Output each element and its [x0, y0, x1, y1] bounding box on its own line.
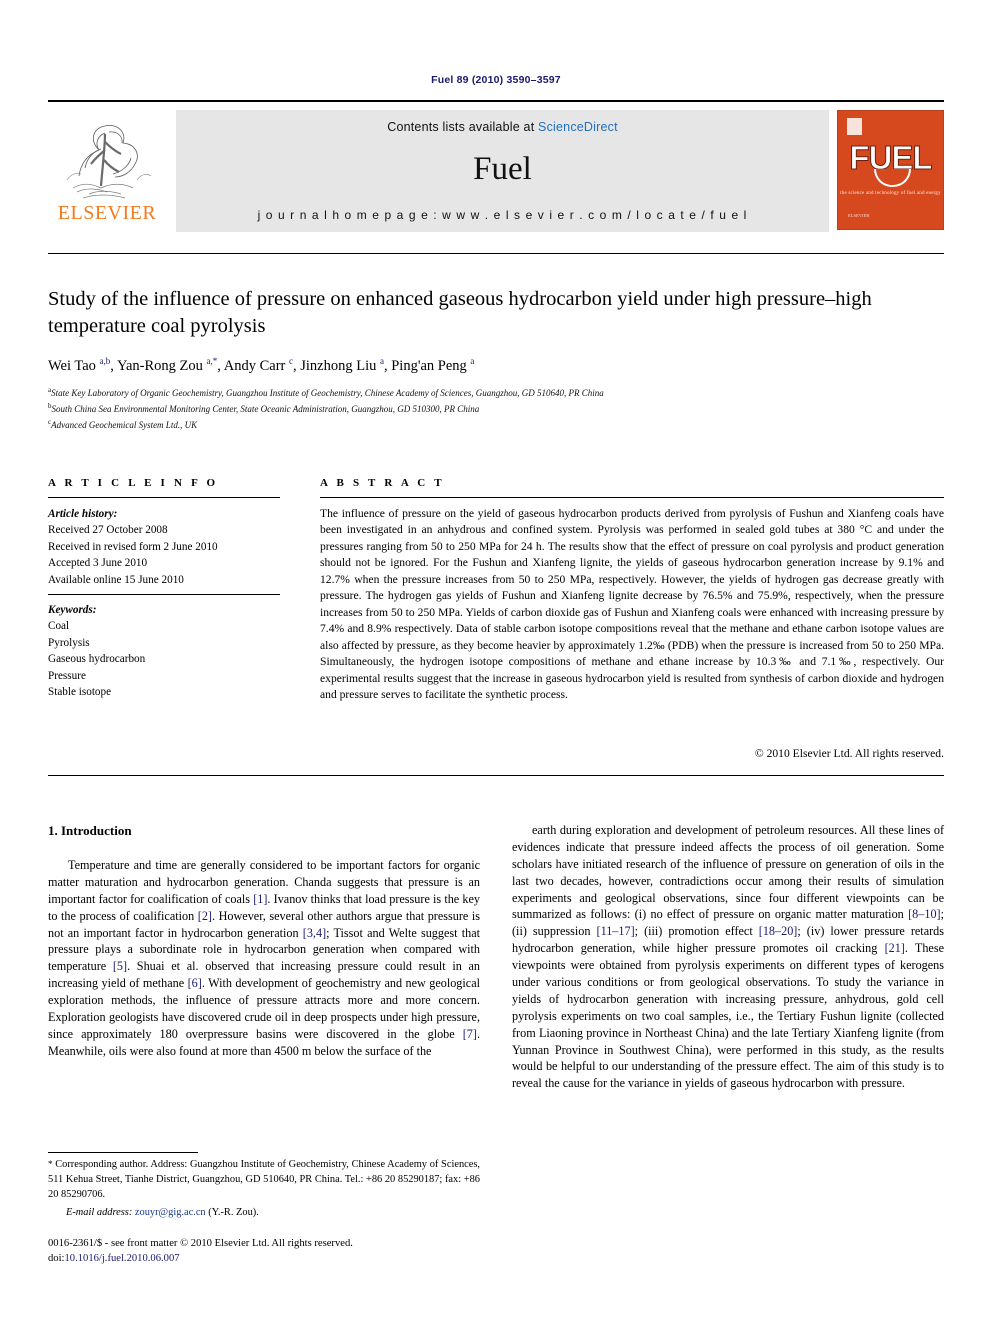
doi-label: doi: — [48, 1253, 65, 1265]
article-info-heading: A R T I C L E I N F O — [48, 477, 219, 489]
body-column-right: earth during exploration and development… — [512, 822, 944, 1092]
contents-available-line: Contents lists available at ScienceDirec… — [387, 120, 618, 134]
section-heading-introduction: 1. Introduction — [48, 823, 132, 838]
elsevier-logo: ELSEVIER — [48, 102, 166, 236]
intro-paragraph-left: Temperature and time are generally consi… — [48, 858, 481, 1058]
footnote-divider — [48, 1152, 198, 1153]
copyright-line: © 2010 Elsevier Ltd. All rights reserved… — [754, 747, 944, 760]
sciencedirect-link[interactable]: ScienceDirect — [538, 120, 618, 134]
article-info-divider — [48, 497, 280, 498]
email-label: E-mail address: — [66, 1207, 133, 1219]
running-head: Fuel 89 (2010) 3590–3597 — [431, 74, 561, 86]
doi-link[interactable]: 10.1016/j.fuel.2010.06.007 — [64, 1253, 179, 1264]
doi-line: doi:10.1016/j.fuel.2010.06.007 — [48, 1251, 480, 1266]
page-title: Study of the influence of pressure on en… — [48, 288, 872, 338]
history-item: Received 27 October 2008 — [48, 524, 168, 537]
keyword-item: Gaseous hydrocarbon — [48, 653, 146, 666]
keywords-block: Keywords: Coal Pyrolysis Gaseous hydroca… — [48, 602, 283, 701]
article-history-block: Article history: Received 27 October 200… — [48, 506, 283, 588]
body-column-left: 1. Introduction Temperature and time are… — [48, 822, 480, 1060]
footnote-block: * Corresponding author. Address: Guangzh… — [48, 1158, 480, 1221]
abstract-bottom-divider — [48, 775, 944, 776]
title-block: Study of the influence of pressure on en… — [48, 286, 944, 433]
keyword-item: Pressure — [48, 669, 86, 682]
affiliation-item: aState Key Laboratory of Organic Geochem… — [48, 385, 944, 401]
cover-subtitle: the science and technology of fuel and e… — [840, 191, 941, 196]
affiliation-text: South China Sea Environmental Monitoring… — [51, 404, 480, 415]
keyword-item: Coal — [48, 620, 70, 633]
keywords-divider — [48, 594, 280, 595]
history-item: Received in revised form 2 June 2010 — [48, 540, 218, 553]
elsevier-wordmark: ELSEVIER — [57, 202, 157, 224]
affiliation-item: cAdvanced Geochemical System Ltd., UK — [48, 417, 944, 433]
article-page: Fuel 89 (2010) 3590–3597 ELSEVIER Conten… — [0, 0, 992, 1323]
elsevier-tree-icon — [66, 125, 152, 199]
keyword-item: Stable isotope — [48, 686, 112, 699]
journal-homepage-line[interactable]: j o u r n a l h o m e p a g e : w w w . … — [258, 208, 748, 222]
journal-header-band: ELSEVIER Contents lists available at Sci… — [48, 100, 944, 236]
author-list: Wei Tao a,b, Yan-Rong Zou a,*, Andy Carr… — [48, 355, 475, 374]
journal-cover-thumbnail: FUEL the science and technology of fuel … — [837, 110, 944, 230]
issn-line: 0016-2361/$ - see front matter © 2010 El… — [48, 1238, 353, 1249]
abstract-text: The influence of pressure on the yield o… — [320, 507, 944, 701]
history-item: Accepted 3 June 2010 — [48, 557, 148, 570]
issn-doi-block: 0016-2361/$ - see front matter © 2010 El… — [48, 1236, 480, 1267]
affiliation-item: bSouth China Sea Environmental Monitorin… — [48, 401, 944, 417]
email-link[interactable]: zouyr@gig.ac.cn — [135, 1207, 206, 1218]
article-history-label: Article history: — [48, 508, 118, 520]
contents-prefix: Contents lists available at — [387, 120, 539, 134]
abstract-heading: A B S T R A C T — [320, 477, 445, 489]
affiliation-list: aState Key Laboratory of Organic Geochem… — [48, 385, 944, 433]
keywords-label: Keywords: — [48, 604, 97, 616]
corresponding-author-note: * Corresponding author. Address: Guangzh… — [48, 1159, 480, 1200]
abstract-divider — [320, 497, 944, 498]
email-line: E-mail address: zouyr@gig.ac.cn (Y.-R. Z… — [48, 1206, 480, 1221]
journal-info-panel: Contents lists available at ScienceDirec… — [176, 110, 829, 232]
journal-title: Fuel — [473, 150, 532, 187]
cover-footer-logo: ELSEVIER — [848, 213, 870, 219]
cover-elsevier-icon — [847, 118, 862, 135]
affiliation-text: Advanced Geochemical System Ltd., UK — [51, 420, 198, 431]
email-owner: (Y.-R. Zou). — [208, 1207, 259, 1219]
keyword-item: Pyrolysis — [48, 636, 90, 649]
title-divider — [48, 253, 944, 254]
intro-paragraph-right: earth during exploration and development… — [512, 823, 945, 1091]
cover-arc-decoration — [874, 169, 911, 187]
affiliation-text: State Key Laboratory of Organic Geochemi… — [51, 388, 604, 399]
history-item: Available online 15 June 2010 — [48, 573, 184, 586]
